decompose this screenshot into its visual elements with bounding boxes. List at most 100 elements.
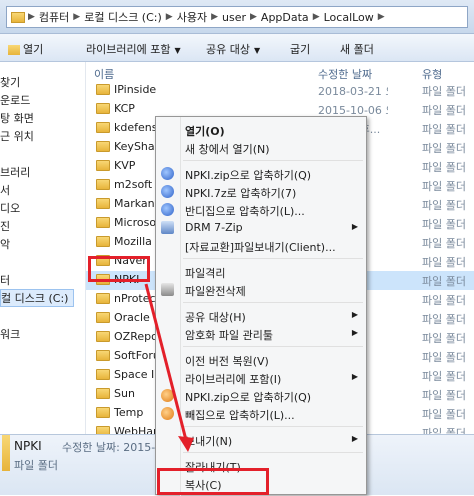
menu-item-label: 암호화 파일 관리툴 [185, 329, 273, 342]
menu-item[interactable]: 파일격리 [156, 263, 366, 281]
menu-item[interactable]: 파일완전삭제 [156, 281, 366, 299]
breadcrumb-users[interactable]: 사용자 [173, 9, 211, 25]
column-header-date[interactable]: 수정한 날짜 [318, 66, 372, 82]
new-folder-button[interactable]: 새 폴더 [340, 41, 374, 57]
navigation-pane: 찾기 운로드 탕 화면 근 위치 브러리 서 디오 진 악 터 컬 디스크 (C… [0, 62, 86, 434]
nav-item-documents[interactable]: 서 [0, 182, 10, 198]
menu-item[interactable]: 이전 버전 복원(V) [156, 351, 366, 369]
chevron-right-icon[interactable]: ▶ [28, 12, 35, 22]
file-type: 파일 폴더 [422, 389, 466, 402]
folder-icon [96, 122, 110, 133]
file-name: IPinside [114, 83, 157, 96]
details-name: NPKI [14, 439, 42, 453]
nav-item-pictures[interactable]: 진 [0, 218, 10, 234]
menu-item[interactable]: NPKI.7z로 압축하기(7) [156, 183, 366, 201]
nav-item-local-disk[interactable]: 컬 디스크 (C:) [0, 289, 74, 307]
folder-icon [2, 435, 10, 471]
file-name: KCP [114, 102, 135, 115]
file-name: SoftForu [114, 349, 160, 362]
file-name: Mozilla [114, 235, 152, 248]
file-type: 파일 폴더 [422, 351, 466, 364]
share-with-label: 공유 대상 [206, 43, 250, 56]
chevron-right-icon[interactable]: ▶ [73, 12, 80, 22]
menu-item[interactable]: NPKI.zip으로 압축하기(Q) [156, 165, 366, 183]
menu-separator [183, 346, 363, 347]
nav-item-recent[interactable]: 근 위치 [0, 128, 34, 144]
share-with-button[interactable]: 공유 대상 ▼ [206, 41, 260, 57]
breadcrumb-computer[interactable]: 컴퓨터 [35, 9, 73, 25]
chevron-right-icon[interactable]: ▶ [313, 12, 320, 22]
menu-item[interactable]: 반디집으로 압축하기(L)... [156, 201, 366, 219]
submenu-arrow-icon: ▶ [351, 434, 358, 443]
menu-item[interactable]: 새 창에서 열기(N) [156, 139, 366, 157]
menu-separator [183, 302, 363, 303]
file-name: KVP [114, 159, 136, 172]
include-library-button[interactable]: 라이브러리에 포함 ▼ [86, 41, 181, 57]
menu-item-label: 이전 버전 복원(V) [185, 355, 269, 368]
folder-icon [96, 407, 110, 418]
archive-icon [161, 167, 174, 180]
details-type: 파일 폴더 [14, 459, 58, 472]
address-bar[interactable]: ▶ 컴퓨터 ▶ 로컬 디스크 (C:) ▶ 사용자 ▶ user ▶ AppDa… [6, 6, 468, 28]
burn-button[interactable]: 굽기 [290, 41, 310, 57]
file-type: 파일 폴더 [422, 85, 466, 98]
menu-item[interactable]: NPKI.zip으로 압축하기(Q) [156, 387, 366, 405]
nav-item-favorites[interactable]: 찾기 [0, 74, 20, 90]
menu-item[interactable]: [자료교환]파일보내기(Client)... [156, 237, 366, 255]
chevron-right-icon[interactable]: ▶ [211, 12, 218, 22]
file-type: 파일 폴더 [422, 332, 466, 345]
file-type: 파일 폴더 [422, 408, 466, 421]
shredder-icon [161, 283, 174, 296]
chevron-right-icon[interactable]: ▶ [166, 12, 173, 22]
archive-icon [161, 389, 174, 402]
file-type: 파일 폴더 [422, 104, 466, 117]
file-row[interactable]: IPinside 2018-03-21 오전... 파일 폴더 [86, 81, 474, 100]
file-name: Oracle [114, 311, 150, 324]
file-type: 파일 폴더 [422, 256, 466, 269]
menu-item-label: DRM 7-Zip [185, 221, 243, 234]
nav-item-downloads[interactable]: 운로드 [0, 92, 30, 108]
menu-item[interactable]: 보내기(N) ▶ [156, 431, 366, 449]
nav-item-computer[interactable]: 터 [0, 272, 10, 288]
folder-icon [96, 350, 110, 361]
file-type: 파일 폴더 [422, 161, 466, 174]
breadcrumb-locallow[interactable]: LocalLow [320, 11, 378, 24]
nav-item-desktop[interactable]: 탕 화면 [0, 110, 34, 126]
nav-item-network[interactable]: 워크 [0, 326, 20, 342]
menu-item-label: [자료교환]파일보내기(Client)... [185, 241, 336, 254]
column-header-name[interactable]: 이름 [94, 66, 114, 82]
open-button[interactable]: 열기 [8, 41, 43, 57]
context-menu: 열기(O) 새 창에서 열기(N) NPKI.zip으로 압축하기(Q) NPKI.7… [155, 116, 367, 496]
folder-icon [96, 312, 110, 323]
file-type: 파일 폴더 [422, 237, 466, 250]
menu-item-label: 라이브러리에 포함(I) [185, 373, 282, 386]
menu-item-label: NPKI.zip으로 압축하기(Q) [185, 391, 312, 404]
submenu-arrow-icon: ▶ [351, 328, 358, 337]
menu-item[interactable]: DRM 7-Zip ▶ [156, 219, 366, 237]
npki-highlight-box [88, 256, 150, 282]
include-library-label: 라이브러리에 포함 [86, 43, 171, 56]
breadcrumb-local-disk[interactable]: 로컬 디스크 (C:) [80, 9, 166, 25]
nav-item-music[interactable]: 악 [0, 236, 10, 252]
folder-icon [96, 179, 110, 190]
file-name: Sun [114, 387, 135, 400]
menu-item[interactable]: 라이브러리에 포함(I) ▶ [156, 369, 366, 387]
menu-item[interactable]: 공유 대상(H) ▶ [156, 307, 366, 325]
folder-icon [96, 293, 110, 304]
submenu-arrow-icon: ▶ [351, 222, 358, 231]
file-name: m2soft [114, 178, 153, 191]
folder-icon [96, 141, 110, 152]
chevron-right-icon[interactable]: ▶ [250, 12, 257, 22]
breadcrumb-appdata[interactable]: AppData [257, 11, 313, 24]
command-bar: 열기 라이브러리에 포함 ▼ 공유 대상 ▼ 굽기 새 폴더 [0, 34, 474, 62]
chevron-right-icon[interactable]: ▶ [378, 12, 385, 22]
breadcrumb-user[interactable]: user [218, 11, 250, 24]
menu-separator [183, 426, 363, 427]
nav-item-libraries[interactable]: 브러리 [0, 164, 30, 180]
file-type: 파일 폴더 [422, 180, 466, 193]
menu-item[interactable]: 암호화 파일 관리툴 ▶ [156, 325, 366, 343]
menu-item[interactable]: 열기(O) [156, 121, 366, 139]
column-header-type[interactable]: 유형 [422, 66, 442, 82]
nav-item-videos[interactable]: 디오 [0, 200, 20, 216]
menu-item[interactable]: 빼집으로 압축하기(L)... [156, 405, 366, 423]
